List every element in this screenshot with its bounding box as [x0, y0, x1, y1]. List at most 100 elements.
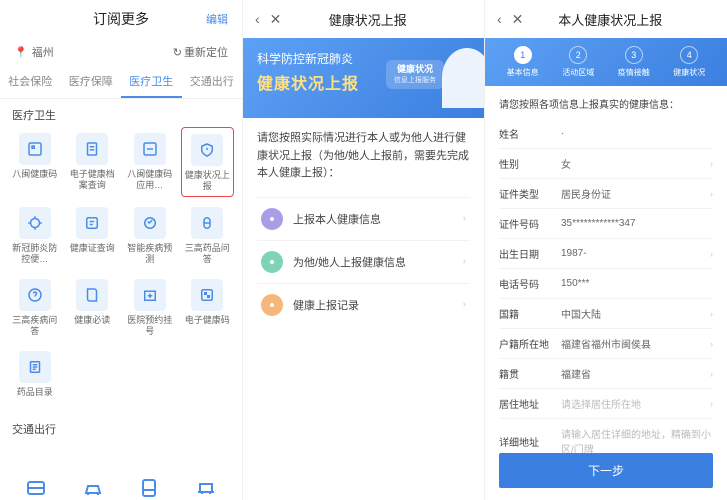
service-item-0[interactable]: 八闽健康码 — [8, 127, 62, 197]
service-item-4[interactable]: 新冠肺炎防控便… — [8, 201, 62, 269]
step-number: 1 — [514, 46, 532, 64]
field-1[interactable]: 性别女› — [499, 149, 713, 179]
service-item-3[interactable]: 健康状况上报 — [181, 127, 235, 197]
action-row-2[interactable]: 健康上报记录› — [257, 283, 470, 326]
service-item-8[interactable]: 三高疾病问答 — [8, 273, 62, 341]
header: ‹ ✕ 本人健康状况上报 — [485, 0, 727, 38]
tab-1[interactable]: 医疗保障 — [61, 66, 122, 98]
field-value: 福建省 — [561, 366, 710, 381]
service-item-9[interactable]: 健康必读 — [66, 273, 120, 341]
ecode-icon — [191, 279, 223, 311]
step-label: 疫情接触 — [618, 67, 650, 78]
field-10[interactable]: 详细地址请输入居住详细的地址，精确到小区/门牌 — [499, 419, 713, 456]
field-2[interactable]: 证件类型居民身份证› — [499, 179, 713, 209]
relocate-button[interactable]: ↻ 重新定位 — [173, 44, 228, 60]
form-prompt: 请您按照各项信息上报真实的健康信息： — [499, 96, 713, 111]
field-label: 居住地址 — [499, 396, 561, 411]
service-item-10[interactable]: 医院预约挂号 — [123, 273, 177, 341]
field-value: 请选择居住所在地 — [561, 396, 710, 411]
row-icon — [261, 294, 283, 316]
field-9[interactable]: 居住地址请选择居住所在地› — [499, 389, 713, 419]
chevron-right-icon: › — [463, 256, 466, 267]
field-0[interactable]: 姓名· — [499, 119, 713, 149]
page-title: 本人健康状况上报 — [505, 10, 715, 29]
action-row-0[interactable]: 上报本人健康信息› — [257, 197, 470, 240]
service-grid: 八闽健康码电子健康档案查询八闽健康码应用…健康状况上报新冠肺炎防控便… 健康证查询… — [0, 127, 242, 413]
field-label: 证件号码 — [499, 216, 561, 231]
refresh-icon: ↻ — [173, 46, 182, 59]
next-button[interactable]: 下一步 — [499, 453, 713, 488]
tab-3[interactable]: 交通出行 — [182, 66, 243, 98]
service-item-11[interactable]: 电子健康码 — [181, 273, 235, 341]
step-label: 活动区域 — [562, 67, 594, 78]
step-number: 4 — [680, 46, 698, 64]
service-label: 智能疾病预测 — [125, 243, 175, 263]
chevron-right-icon: › — [710, 309, 713, 319]
chevron-right-icon: › — [710, 189, 713, 199]
page-title: 订阅更多 — [14, 9, 228, 29]
field-4[interactable]: 出生日期1987-› — [499, 239, 713, 269]
field-7[interactable]: 户籍所在地福建省福州市闽侯县› — [499, 329, 713, 359]
service-label: 三高疾病问答 — [10, 315, 60, 335]
location-bar: 📍 福州 ↻ 重新定位 — [0, 38, 242, 66]
step-2[interactable]: 3 疫情接触 — [606, 46, 662, 78]
stepper: 1基本信息 2 活动区域 3 疫情接触 4健康状况 — [485, 38, 727, 86]
service-item-1[interactable]: 电子健康档案查询 — [66, 127, 120, 197]
location-icon: 📍 — [14, 46, 28, 59]
relocate-text: 重新定位 — [184, 44, 228, 60]
shield-icon — [191, 134, 223, 166]
service-item-7[interactable]: 三高药品问答 — [181, 201, 235, 269]
form-body: 请您按照各项信息上报真实的健康信息： 姓名·性别女›证件类型居民身份证›证件号码… — [485, 86, 727, 456]
step-number: 2 — [569, 46, 587, 64]
row-label: 健康上报记录 — [293, 297, 453, 313]
field-8[interactable]: 籍贯福建省› — [499, 359, 713, 389]
hosp-icon — [134, 279, 166, 311]
doctor-image — [442, 48, 484, 108]
service-item-5[interactable]: 健康证查询 — [66, 201, 120, 269]
screen-self-report: ‹ ✕ 本人健康状况上报 1基本信息 2 活动区域 3 疫情接触 4健康状况 请您按照各项… — [485, 0, 727, 500]
page-title: 健康状况上报 — [263, 10, 472, 29]
field-3[interactable]: 证件号码35************347 — [499, 209, 713, 239]
field-label: 电话号码 — [499, 276, 561, 291]
back-icon[interactable]: ‹ — [497, 11, 502, 27]
cert-icon — [76, 207, 108, 239]
service-item-6[interactable]: 智能疾病预测 — [123, 201, 177, 269]
service-label: 医院预约挂号 — [125, 315, 175, 335]
service-item-2[interactable]: 八闽健康码应用… — [123, 127, 177, 197]
location-select[interactable]: 📍 福州 — [14, 44, 54, 60]
banner: 科学防控新冠肺炎 健康状况上报 健康状况 信息上报服务 — [243, 38, 484, 118]
transport-icon-3[interactable] — [121, 476, 178, 500]
field-value: 中国大陆 — [561, 306, 710, 321]
step-1[interactable]: 2 活动区域 — [551, 46, 607, 78]
ai-icon — [134, 207, 166, 239]
field-6[interactable]: 国籍中国大陆› — [499, 299, 713, 329]
step-3[interactable]: 4健康状况 — [662, 46, 718, 78]
transport-icon-2[interactable] — [65, 476, 122, 500]
back-icon[interactable]: ‹ — [255, 11, 260, 27]
med-icon — [191, 207, 223, 239]
tab-0[interactable]: 社会保险 — [0, 66, 61, 98]
field-5[interactable]: 电话号码150*** — [499, 269, 713, 299]
service-item-12[interactable]: 药品目录 — [8, 345, 62, 413]
field-value: 150*** — [561, 278, 713, 289]
edit-button[interactable]: 编辑 — [206, 11, 228, 27]
app-icon — [134, 133, 166, 165]
field-label: 证件类型 — [499, 186, 561, 201]
service-label: 电子健康档案查询 — [68, 169, 118, 189]
chevron-right-icon: › — [463, 213, 466, 224]
action-row-1[interactable]: 为他/她人上报健康信息› — [257, 240, 470, 283]
service-label: 健康证查询 — [70, 243, 115, 263]
step-number: 3 — [625, 46, 643, 64]
tab-2[interactable]: 医疗卫生 — [121, 66, 182, 98]
chevron-right-icon: › — [710, 339, 713, 349]
qa-icon — [19, 279, 51, 311]
doc-icon — [76, 133, 108, 165]
transport-icon-4[interactable] — [178, 476, 235, 500]
section-heading-2: 交通出行 — [0, 413, 242, 441]
field-label: 国籍 — [499, 306, 561, 321]
service-label: 健康必读 — [74, 315, 110, 335]
service-label: 八闽健康码 — [12, 169, 57, 189]
list-icon — [19, 351, 51, 383]
step-0[interactable]: 1基本信息 — [495, 46, 551, 78]
transport-icon-1[interactable] — [8, 476, 65, 500]
